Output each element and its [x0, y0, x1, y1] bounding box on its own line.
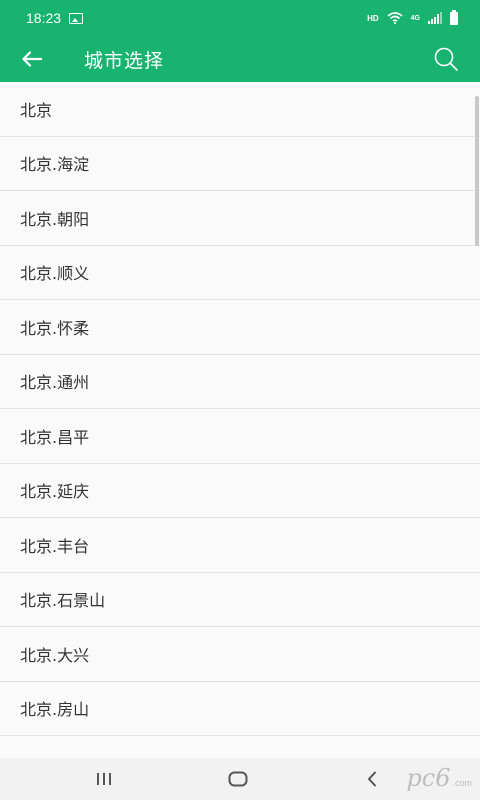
list-item[interactable]: 北京.通州 — [0, 355, 480, 409]
city-label: 北京.昌平 — [20, 427, 90, 447]
recents-button[interactable] — [74, 758, 134, 800]
city-label: 北京.通州 — [20, 373, 90, 393]
search-button[interactable] — [418, 36, 474, 82]
list-item[interactable]: 北京.丰台 — [0, 518, 480, 573]
home-button[interactable] — [208, 758, 268, 800]
signal-icon — [428, 12, 442, 24]
list-item[interactable]: 北京.顺义 — [0, 246, 480, 300]
list-item[interactable]: 北京.延庆 — [0, 464, 480, 518]
city-label: 北京.怀柔 — [20, 318, 90, 338]
list-item[interactable]: 北京.昌平 — [0, 409, 480, 464]
hd-indicator: HD — [367, 13, 379, 23]
recents-icon — [97, 773, 111, 785]
back-button[interactable] — [0, 36, 64, 82]
scrollbar-thumb[interactable] — [475, 96, 479, 246]
wifi-icon — [387, 12, 403, 24]
network-type-indicator: 4G — [410, 14, 420, 22]
status-bar: 18:23 HD 4G — [0, 0, 480, 36]
list-item[interactable]: 北京.大兴 — [0, 627, 480, 682]
status-indicators: HD 4G — [367, 9, 458, 25]
search-icon — [434, 47, 458, 71]
city-label: 北京.石景山 — [20, 591, 106, 611]
watermark-text: pc6 — [406, 764, 451, 792]
city-label: 北京.房山 — [20, 700, 90, 720]
list-item[interactable]: 北京 — [0, 82, 480, 137]
arrow-left-icon — [22, 51, 42, 67]
city-label: 北京.大兴 — [20, 645, 90, 665]
city-label: 北京 — [20, 100, 53, 120]
image-notification-icon — [69, 12, 84, 24]
watermark-sub: .com — [452, 778, 472, 788]
list-item[interactable]: 北京.怀柔 — [0, 300, 480, 355]
nav-back-button[interactable] — [342, 758, 402, 800]
city-label: 北京.丰台 — [20, 536, 90, 556]
status-time: 18:23 — [26, 10, 62, 26]
city-label: 北京.延庆 — [20, 482, 90, 502]
city-label: 北京.朝阳 — [20, 209, 90, 229]
battery-icon — [450, 9, 458, 25]
city-label: 北京.顺义 — [20, 264, 90, 284]
list-item[interactable]: 北京.海淀 — [0, 137, 480, 191]
list-item[interactable]: 北京.石景山 — [0, 573, 480, 627]
app-bar: 城市选择 — [0, 36, 480, 82]
city-label: 北京.海淀 — [20, 155, 90, 175]
chevron-left-icon — [367, 771, 376, 787]
page-title: 城市选择 — [84, 49, 165, 72]
list-item-partial[interactable] — [0, 736, 480, 758]
list-item[interactable]: 北京.朝阳 — [0, 191, 480, 246]
list-item[interactable]: 北京.房山 — [0, 682, 480, 736]
home-icon — [228, 771, 248, 787]
watermark-logo: pc6 .com — [406, 764, 472, 792]
city-list[interactable]: 北京 北京.海淀 北京.朝阳 北京.顺义 北京.怀柔 北京.通州 北京.昌平 北… — [0, 82, 480, 758]
